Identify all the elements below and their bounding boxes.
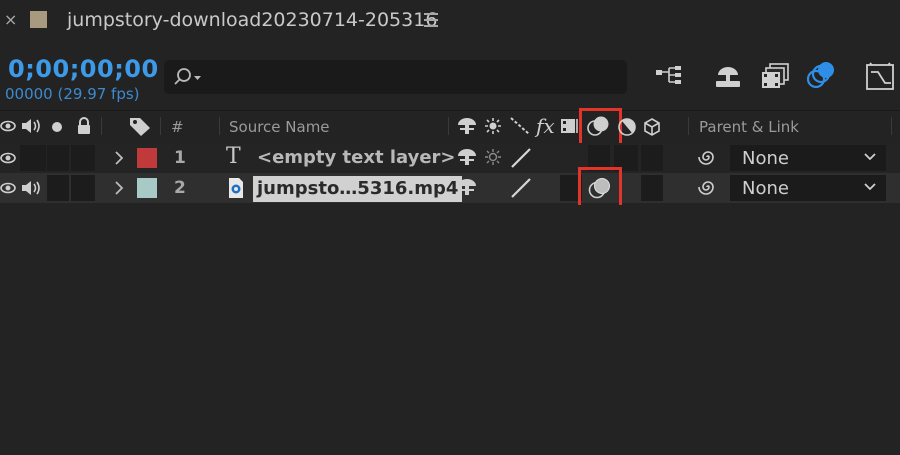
layer-number: 1 (174, 148, 186, 168)
tab-close-button[interactable]: × (4, 10, 17, 29)
panel-menu-icon[interactable] (424, 13, 438, 31)
column-separator (448, 117, 449, 135)
adjustment-layer-icon[interactable] (617, 117, 637, 137)
solo-switch-icon[interactable] (51, 121, 63, 133)
quality-switch-icon[interactable] (509, 147, 533, 169)
draft-3d-icon[interactable] (710, 58, 746, 94)
composition-flowchart-icon[interactable] (651, 58, 687, 94)
current-time-display[interactable]: 0;00;00;00 (8, 55, 159, 83)
solo-switch-empty[interactable] (47, 175, 69, 201)
lock-switch-icon[interactable] (76, 117, 92, 135)
frame-blending-icon[interactable] (758, 58, 794, 94)
collapse-transformations-icon[interactable] (484, 117, 502, 135)
shy-switch-icon[interactable] (455, 116, 479, 136)
pick-whip-icon[interactable] (697, 177, 719, 197)
layer-label-color[interactable] (137, 148, 157, 168)
layer-list-empty-area[interactable] (0, 205, 900, 455)
3d-switch-empty[interactable] (641, 145, 663, 171)
collapse-transformations-icon[interactable] (484, 148, 502, 166)
column-separator (688, 117, 689, 135)
effects-switch-header[interactable]: fx (536, 114, 555, 138)
search-icon[interactable] (174, 64, 204, 90)
layer-name[interactable]: jumpsto…5316.mp4 (253, 176, 463, 202)
motion-blur-switch-icon[interactable] (587, 176, 613, 200)
layer-number: 2 (174, 178, 186, 198)
solo-switch-empty[interactable] (47, 145, 69, 171)
chevron-down-icon (864, 153, 876, 161)
layer-name[interactable]: <empty text layer> (257, 147, 456, 168)
shy-switch-icon[interactable] (455, 177, 479, 197)
audio-switch-icon[interactable] (20, 179, 42, 197)
parent-dropdown[interactable]: None (730, 145, 886, 171)
parent-dropdown[interactable]: None (730, 175, 886, 201)
motion-blur-icon[interactable] (802, 58, 838, 94)
quality-switch-icon[interactable] (509, 177, 533, 199)
column-separator (101, 117, 102, 135)
layer-label-color[interactable] (137, 178, 157, 198)
3d-switch-empty[interactable] (641, 175, 663, 201)
source-name-header[interactable]: Source Name (229, 118, 330, 136)
pick-whip-icon[interactable] (697, 147, 719, 167)
parent-link-header[interactable]: Parent & Link (699, 118, 799, 136)
label-tag-icon[interactable] (128, 115, 152, 137)
expand-chevron-icon[interactable] (113, 180, 125, 196)
parent-dropdown-value: None (742, 178, 789, 199)
composition-tab-title[interactable]: jumpstory-download20230714-205316 (67, 9, 437, 31)
composition-color-swatch (30, 11, 47, 28)
graph-editor-icon[interactable] (862, 58, 898, 94)
video-switch-icon[interactable] (0, 118, 16, 134)
layer-number-header[interactable]: # (171, 118, 184, 136)
chevron-down-icon (864, 183, 876, 191)
parent-dropdown-value: None (742, 148, 789, 169)
motion-blur-switch-icon[interactable] (586, 115, 612, 137)
column-separator (891, 117, 892, 135)
quality-switch-icon[interactable] (509, 116, 531, 136)
column-separator (219, 117, 220, 135)
lock-switch-empty[interactable] (71, 175, 95, 201)
lock-switch-empty[interactable] (71, 145, 95, 171)
video-switch-icon[interactable] (0, 181, 16, 195)
video-switch-icon[interactable] (0, 151, 16, 165)
audio-switch-empty[interactable] (20, 145, 46, 171)
shy-switch-icon[interactable] (455, 147, 479, 167)
search-input[interactable] (212, 62, 616, 92)
frame-count-readout: 00000 (29.97 fps) (5, 85, 140, 103)
audio-switch-icon[interactable] (20, 117, 42, 135)
column-separator (160, 117, 161, 135)
3d-layer-icon[interactable] (642, 117, 662, 137)
video-file-icon (227, 177, 245, 199)
text-layer-icon: T (226, 144, 241, 169)
expand-chevron-icon[interactable] (113, 150, 125, 166)
